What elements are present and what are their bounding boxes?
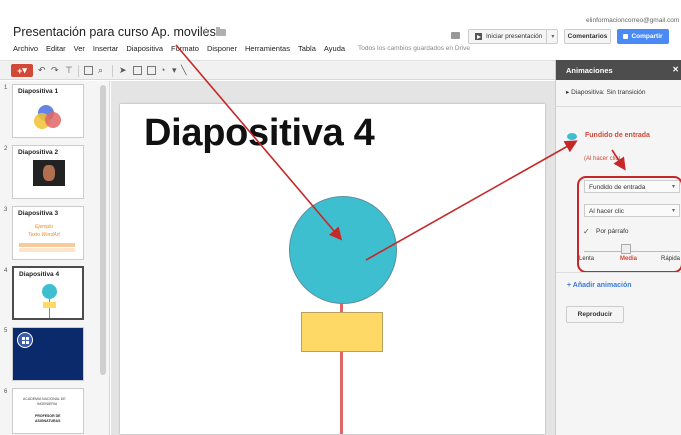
- circle-shape: [42, 284, 57, 299]
- rectangle-shape: [43, 302, 56, 308]
- menu-archivo[interactable]: Archivo: [13, 44, 38, 54]
- zoom-icon[interactable]: ⌕: [98, 65, 103, 76]
- annotation-highlight: [577, 176, 681, 273]
- toolbar: + ▾ ↶ ↷ ⊤ ⌕ ➤ ◔ ▾ ╲: [0, 60, 555, 80]
- photo-thumbnail: [33, 160, 65, 186]
- grid-icon: [17, 332, 33, 348]
- wordart-text: Texto WordArt: [28, 232, 60, 238]
- slide-thumbnail-1[interactable]: Diapositiva 1: [12, 84, 84, 138]
- menu-disponer[interactable]: Disponer: [207, 44, 237, 54]
- toolbar-divider: [78, 65, 79, 77]
- image-icon[interactable]: [147, 66, 156, 75]
- comments-button[interactable]: Comentarios: [564, 29, 611, 44]
- thumbnail-title: Diapositiva 3: [18, 210, 59, 217]
- venn-diagram-icon: [34, 105, 61, 129]
- save-status: Todos los cambios guardados en Drive: [358, 45, 471, 52]
- menu-herramientas[interactable]: Herramientas: [245, 44, 290, 54]
- thumbnail-text: PROFESOR DE: [35, 414, 61, 418]
- slide-canvas-area: Diapositiva 4: [111, 81, 555, 435]
- add-animation-link[interactable]: + Añadir animación: [567, 282, 632, 289]
- star-icon[interactable]: ☆: [201, 24, 212, 38]
- new-slide-label: +: [17, 65, 23, 76]
- circle-shape[interactable]: [289, 196, 397, 304]
- menu-formato[interactable]: Formato: [171, 44, 199, 54]
- shape-icon[interactable]: ◔: [160, 65, 165, 76]
- close-icon[interactable]: ✕: [672, 65, 679, 74]
- slide-filmstrip: 1 Diapositiva 1 2 Diapositiva 2 3 Diapos…: [0, 81, 110, 435]
- comment-icon[interactable]: [451, 32, 460, 39]
- thumbnail-text: ASIGNATURAS: [35, 419, 61, 423]
- slide-number: 2: [4, 146, 8, 152]
- menu-ver[interactable]: Ver: [74, 44, 85, 54]
- slide-number: 1: [4, 85, 8, 91]
- menu-insertar[interactable]: Insertar: [93, 44, 118, 54]
- document-title[interactable]: Presentación para curso Ap. moviles.: [13, 25, 219, 39]
- redo-icon[interactable]: ↷: [51, 65, 59, 76]
- present-label: Iniciar presentación: [486, 33, 543, 40]
- filmstrip-scrollbar[interactable]: [100, 85, 106, 375]
- slide-thumbnail-4[interactable]: Diapositiva 4: [12, 266, 84, 320]
- header: Presentación para curso Ap. moviles. ☆ e…: [0, 0, 681, 58]
- paint-format-icon[interactable]: ⊤: [65, 65, 73, 76]
- thumbnail-title: Diapositiva 4: [19, 271, 60, 278]
- thumbnail-text: ACADEMIA NACIONAL DE: [23, 397, 66, 401]
- panel-divider: [556, 272, 681, 273]
- present-divider: [546, 30, 548, 43]
- transition-row[interactable]: ▸ Diapositiva: Sin transición: [566, 88, 646, 96]
- panel-divider: [556, 106, 681, 107]
- slide-number: 3: [4, 207, 8, 213]
- folder-icon[interactable]: [216, 27, 226, 36]
- slide-thumbnail-2[interactable]: Diapositiva 2: [12, 145, 84, 199]
- select-arrow-icon[interactable]: ➤: [119, 65, 127, 76]
- animation-trigger: (Al hacer clic): [584, 156, 621, 162]
- menubar: Archivo Editar Ver Insertar Diapositiva …: [13, 44, 345, 54]
- line-shape: [49, 298, 50, 318]
- menu-ayuda[interactable]: Ayuda: [324, 44, 345, 54]
- slide-thumbnail-6[interactable]: ACADEMIA NACIONAL DE INGENIERIA PROFESOR…: [12, 388, 84, 434]
- wordart-text: Ejemplo: [35, 224, 54, 230]
- undo-icon[interactable]: ↶: [38, 65, 46, 76]
- share-button[interactable]: Compartir: [617, 29, 669, 44]
- transition-label: Diapositiva: Sin transición: [571, 89, 646, 96]
- slide-number: 4: [4, 268, 8, 274]
- thumbnail-text: INGENIERIA: [37, 402, 58, 406]
- panel-header: Animaciones ✕: [556, 60, 681, 80]
- toolbar-divider: [112, 65, 113, 77]
- animation-name[interactable]: Fundido de entrada: [585, 132, 650, 139]
- menu-diapositiva[interactable]: Diapositiva: [126, 44, 163, 54]
- line-icon[interactable]: ╲: [181, 65, 186, 76]
- table-thumbnail: [19, 248, 75, 252]
- slide-thumbnail-3[interactable]: Diapositiva 3 Ejemplo Texto WordArt: [12, 206, 84, 260]
- slide-number: 6: [4, 389, 8, 395]
- lock-icon: [623, 34, 629, 39]
- slide-canvas[interactable]: Diapositiva 4: [120, 104, 545, 434]
- table-thumbnail: [19, 243, 75, 247]
- slide-title[interactable]: Diapositiva 4: [144, 112, 375, 155]
- slide-thumbnail-5[interactable]: [12, 327, 84, 381]
- user-email[interactable]: elinformacioncorreo@gmail.com: [586, 17, 679, 24]
- fit-icon[interactable]: [84, 66, 93, 75]
- menu-editar[interactable]: Editar: [46, 44, 66, 54]
- present-button[interactable]: Iniciar presentación ▾: [468, 29, 558, 44]
- rectangle-shape[interactable]: [301, 312, 383, 352]
- app-window: Presentación para curso Ap. moviles. ☆ e…: [0, 0, 681, 435]
- panel-title: Animaciones: [566, 66, 613, 75]
- animations-panel: Animaciones ✕ ▸ Diapositiva: Sin transic…: [555, 60, 681, 435]
- slide-number: 5: [4, 328, 8, 334]
- chevron-down-icon[interactable]: ▾: [551, 33, 554, 40]
- chevron-down-icon[interactable]: ▾: [172, 65, 177, 76]
- thumbnail-title: Diapositiva 2: [18, 149, 59, 156]
- play-icon: [475, 33, 482, 40]
- share-label: Compartir: [631, 33, 663, 40]
- menu-tabla[interactable]: Tabla: [298, 44, 316, 54]
- play-animation-button[interactable]: Reproducir: [566, 306, 624, 323]
- new-slide-button[interactable]: + ▾: [11, 64, 33, 77]
- text-box-icon[interactable]: [133, 66, 142, 75]
- animation-shape-icon: [567, 133, 577, 140]
